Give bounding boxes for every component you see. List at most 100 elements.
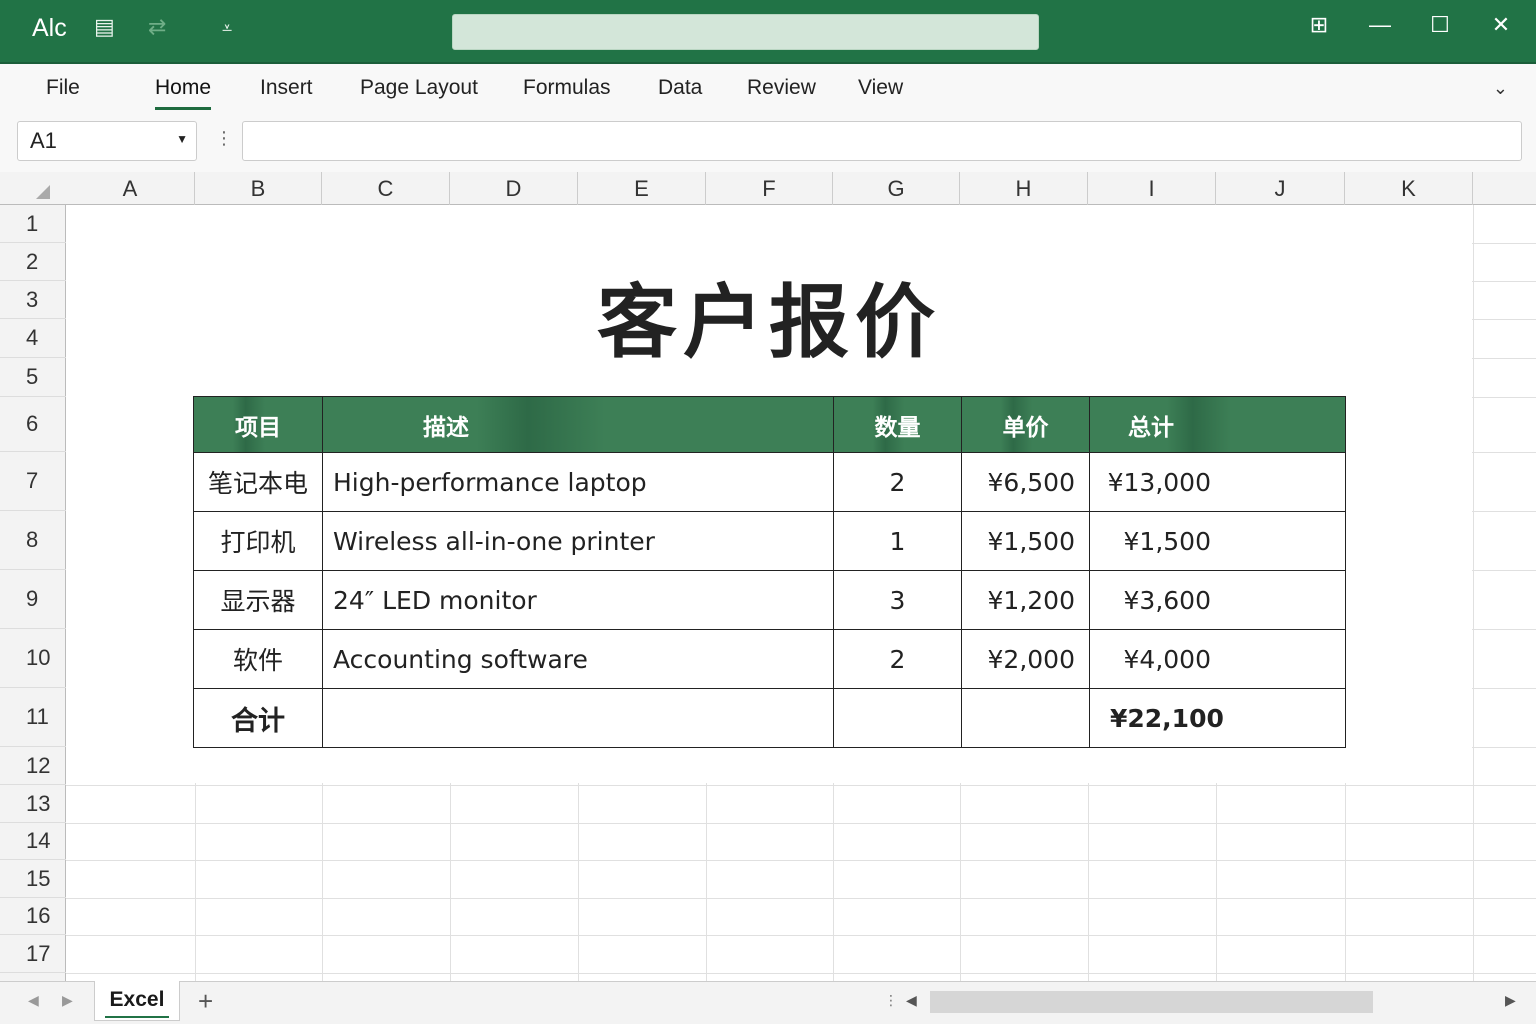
column-header-k[interactable]: K	[1345, 172, 1473, 205]
header-quantity[interactable]: 数量	[833, 396, 962, 453]
more-icon[interactable]: ⋮	[884, 992, 898, 1009]
tab-home[interactable]: Home	[155, 76, 212, 110]
unit-price-cell[interactable]: ¥6,500	[961, 452, 1090, 512]
search-box[interactable]	[452, 14, 1039, 50]
scroll-left-icon[interactable]: ◀	[28, 992, 39, 1009]
header-total[interactable]: 总计	[1089, 396, 1346, 453]
row-header-16[interactable]: 16	[0, 898, 66, 935]
chevron-down-icon[interactable]: ⌄	[1493, 78, 1508, 99]
formula-input[interactable]	[242, 121, 1522, 161]
description-cell[interactable]: High-performance laptop	[322, 452, 834, 512]
description-cell[interactable]: Wireless all-in-one printer	[322, 511, 834, 571]
redo-icon[interactable]: ⇄	[148, 14, 166, 40]
row-header-13[interactable]: 13	[0, 785, 66, 823]
scroll-right-icon[interactable]: ▶	[62, 992, 73, 1009]
ribbon-display-icon[interactable]: ⊞	[1299, 12, 1339, 38]
header-unit-price[interactable]: 单价	[961, 396, 1090, 453]
description-cell[interactable]: 24″ LED monitor	[322, 570, 834, 630]
table-row: 笔记本电 High-performance laptop 2 ¥6,500 ¥13,00…	[193, 452, 1346, 512]
column-header-f[interactable]: F	[706, 172, 833, 205]
tab-insert[interactable]: Insert	[260, 76, 313, 100]
quantity-cell[interactable]: 3	[833, 570, 962, 630]
minimize-icon[interactable]: —	[1360, 12, 1400, 38]
total-cell[interactable]: ¥13,000	[1089, 452, 1346, 512]
header-item[interactable]: 项目	[193, 396, 323, 453]
column-headers: ABCDEFGHIJK	[0, 172, 1536, 205]
column-header-d[interactable]: D	[450, 172, 578, 205]
row-header-14[interactable]: 14	[0, 823, 66, 860]
cell[interactable]	[833, 688, 962, 748]
row-headers: 1 2 3 4 5 6 7 8 9 10 11 12 13 14 15 16 17	[0, 205, 66, 981]
save-layout-icon[interactable]: ▤	[94, 14, 115, 40]
grand-total[interactable]: ¥22,100	[1089, 688, 1346, 748]
tab-data[interactable]: Data	[658, 76, 702, 100]
horizontal-scrollbar[interactable]	[930, 991, 1373, 1013]
row-header-1[interactable]: 1	[0, 205, 66, 243]
table-header-row: 项目 描述 数量 单价 总计	[193, 396, 1346, 453]
dropdown-icon[interactable]: ▼	[176, 132, 188, 146]
total-cell[interactable]: ¥4,000	[1089, 629, 1346, 689]
row-header-3[interactable]: 3	[0, 281, 66, 319]
table-row: 打印机 Wireless all-in-one printer 1 ¥1,500 ¥1,…	[193, 511, 1346, 571]
row-header-4[interactable]: 4	[0, 319, 66, 358]
gridline	[66, 935, 1536, 936]
hscroll-right-icon[interactable]: ▶	[1505, 992, 1516, 1009]
quantity-cell[interactable]: 2	[833, 452, 962, 512]
item-cell[interactable]: 显示器	[193, 570, 323, 630]
column-header-g[interactable]: G	[833, 172, 960, 205]
row-header-15[interactable]: 15	[0, 860, 66, 898]
row-header-10[interactable]: 10	[0, 629, 66, 688]
item-cell[interactable]: 软件	[193, 629, 323, 689]
maximize-icon[interactable]: ☐	[1420, 12, 1460, 38]
quantity-cell[interactable]: 1	[833, 511, 962, 571]
tab-file[interactable]: File	[46, 76, 80, 100]
tab-review[interactable]: Review	[747, 76, 816, 100]
customize-qat-icon[interactable]: ⩡	[222, 18, 232, 39]
column-header-h[interactable]: H	[960, 172, 1088, 205]
row-header-7[interactable]: 7	[0, 452, 66, 511]
row-header-11[interactable]: 11	[0, 688, 66, 747]
unit-price-cell[interactable]: ¥2,000	[961, 629, 1090, 689]
gridline	[66, 823, 1536, 824]
row-header-9[interactable]: 9	[0, 570, 66, 629]
row-header-6[interactable]: 6	[0, 397, 66, 452]
total-cell[interactable]: ¥3,600	[1089, 570, 1346, 630]
gridline	[1473, 205, 1474, 981]
total-label[interactable]: 合计	[193, 688, 323, 748]
column-header-a[interactable]: A	[66, 172, 195, 205]
add-sheet-button[interactable]: +	[198, 986, 213, 1017]
quantity-cell[interactable]: 2	[833, 629, 962, 689]
item-cell[interactable]: 笔记本电	[193, 452, 323, 512]
item-cell[interactable]: 打印机	[193, 511, 323, 571]
tab-formulas[interactable]: Formulas	[523, 76, 611, 100]
name-box-value: A1	[30, 128, 57, 153]
table-row: 显示器 24″ LED monitor 3 ¥1,200 ¥3,600	[193, 570, 1346, 630]
column-header-e[interactable]: E	[578, 172, 706, 205]
select-all-button[interactable]	[0, 172, 66, 205]
sheet-tab-excel[interactable]: Excel	[94, 981, 180, 1021]
row-header-2[interactable]: 2	[0, 243, 66, 281]
table-row: 软件 Accounting software 2 ¥2,000 ¥4,000	[193, 629, 1346, 689]
cell[interactable]	[322, 688, 834, 748]
unit-price-cell[interactable]: ¥1,500	[961, 511, 1090, 571]
row-header-12[interactable]: 12	[0, 747, 66, 785]
row-header-17[interactable]: 17	[0, 935, 66, 973]
description-cell[interactable]: Accounting software	[322, 629, 834, 689]
column-header-i[interactable]: I	[1088, 172, 1216, 205]
column-header-c[interactable]: C	[322, 172, 450, 205]
column-header-j[interactable]: J	[1216, 172, 1345, 205]
close-icon[interactable]: ✕	[1481, 12, 1521, 38]
row-header-8[interactable]: 8	[0, 511, 66, 570]
name-box[interactable]: A1 ▼	[17, 121, 197, 161]
more-icon[interactable]: ⋮	[215, 128, 233, 149]
unit-price-cell[interactable]: ¥1,200	[961, 570, 1090, 630]
column-header-b[interactable]: B	[195, 172, 322, 205]
tab-page-layout[interactable]: Page Layout	[360, 76, 478, 100]
hscroll-left-icon[interactable]: ◀	[906, 992, 917, 1009]
header-description[interactable]: 描述	[322, 396, 834, 453]
gridline	[66, 898, 1536, 899]
row-header-5[interactable]: 5	[0, 358, 66, 397]
total-cell[interactable]: ¥1,500	[1089, 511, 1346, 571]
tab-view[interactable]: View	[858, 76, 903, 100]
cell[interactable]	[961, 688, 1090, 748]
